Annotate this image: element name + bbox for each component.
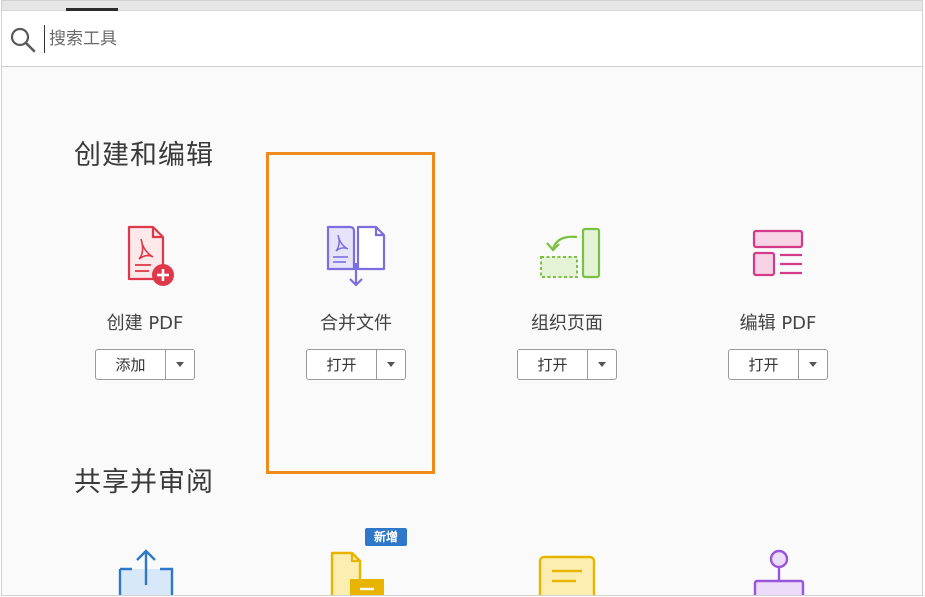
open-button[interactable]: 打开 [729,350,799,379]
chevron-down-icon [598,362,606,367]
send-for-comments-icon[interactable] [320,549,400,596]
tool-button-group: 打开 [517,349,617,380]
search-icon [10,27,36,53]
tab-strip [2,1,922,11]
create-pdf-icon [127,225,174,286]
tool-button-group: 打开 [728,349,828,380]
edit-pdf-icon [752,229,804,277]
tool-create-pdf[interactable]: 创建 PDF 添加 [60,223,230,380]
search-bar [2,11,922,67]
organize-pages-icon [540,227,601,279]
tool-edit-pdf[interactable]: 编辑 PDF 打开 [693,223,863,380]
comment-icon[interactable] [528,553,608,596]
tool-button-group: 添加 [95,349,195,380]
share-icon[interactable] [106,547,186,596]
stamp-icon[interactable] [739,547,819,596]
tools-panel: 创建和编辑 创建 PDF 添加 合并文件 [1,0,923,596]
tool-organize-pages[interactable]: 组织页面 打开 [482,223,652,380]
tool-label: 创建 PDF [106,313,184,334]
search-input[interactable] [44,25,649,53]
tool-label: 组织页面 [531,313,603,334]
tool-label: 编辑 PDF [739,313,817,334]
section-title-create-edit: 创建和编辑 [74,140,214,171]
dropdown-button[interactable] [799,350,827,379]
open-button[interactable]: 打开 [518,350,588,379]
chevron-down-icon [176,362,184,367]
dropdown-button[interactable] [588,350,616,379]
dropdown-button[interactable] [166,350,194,379]
new-badge: 新增 [365,528,407,546]
section-title-share-review: 共享并审阅 [74,467,214,498]
highlight-frame [266,152,435,474]
chevron-down-icon [809,362,817,367]
add-button[interactable]: 添加 [96,350,166,379]
